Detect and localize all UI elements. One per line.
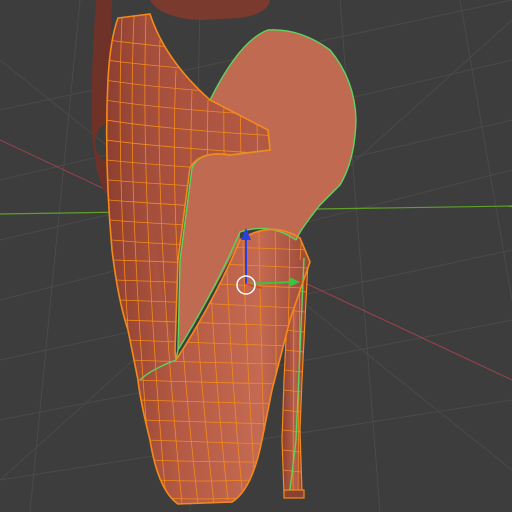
heel-tip[interactable] [283, 489, 305, 499]
3d-viewport[interactable] [0, 0, 512, 512]
viewport-canvas[interactable] [0, 0, 512, 512]
shoe-body-mesh[interactable] [105, 13, 358, 505]
